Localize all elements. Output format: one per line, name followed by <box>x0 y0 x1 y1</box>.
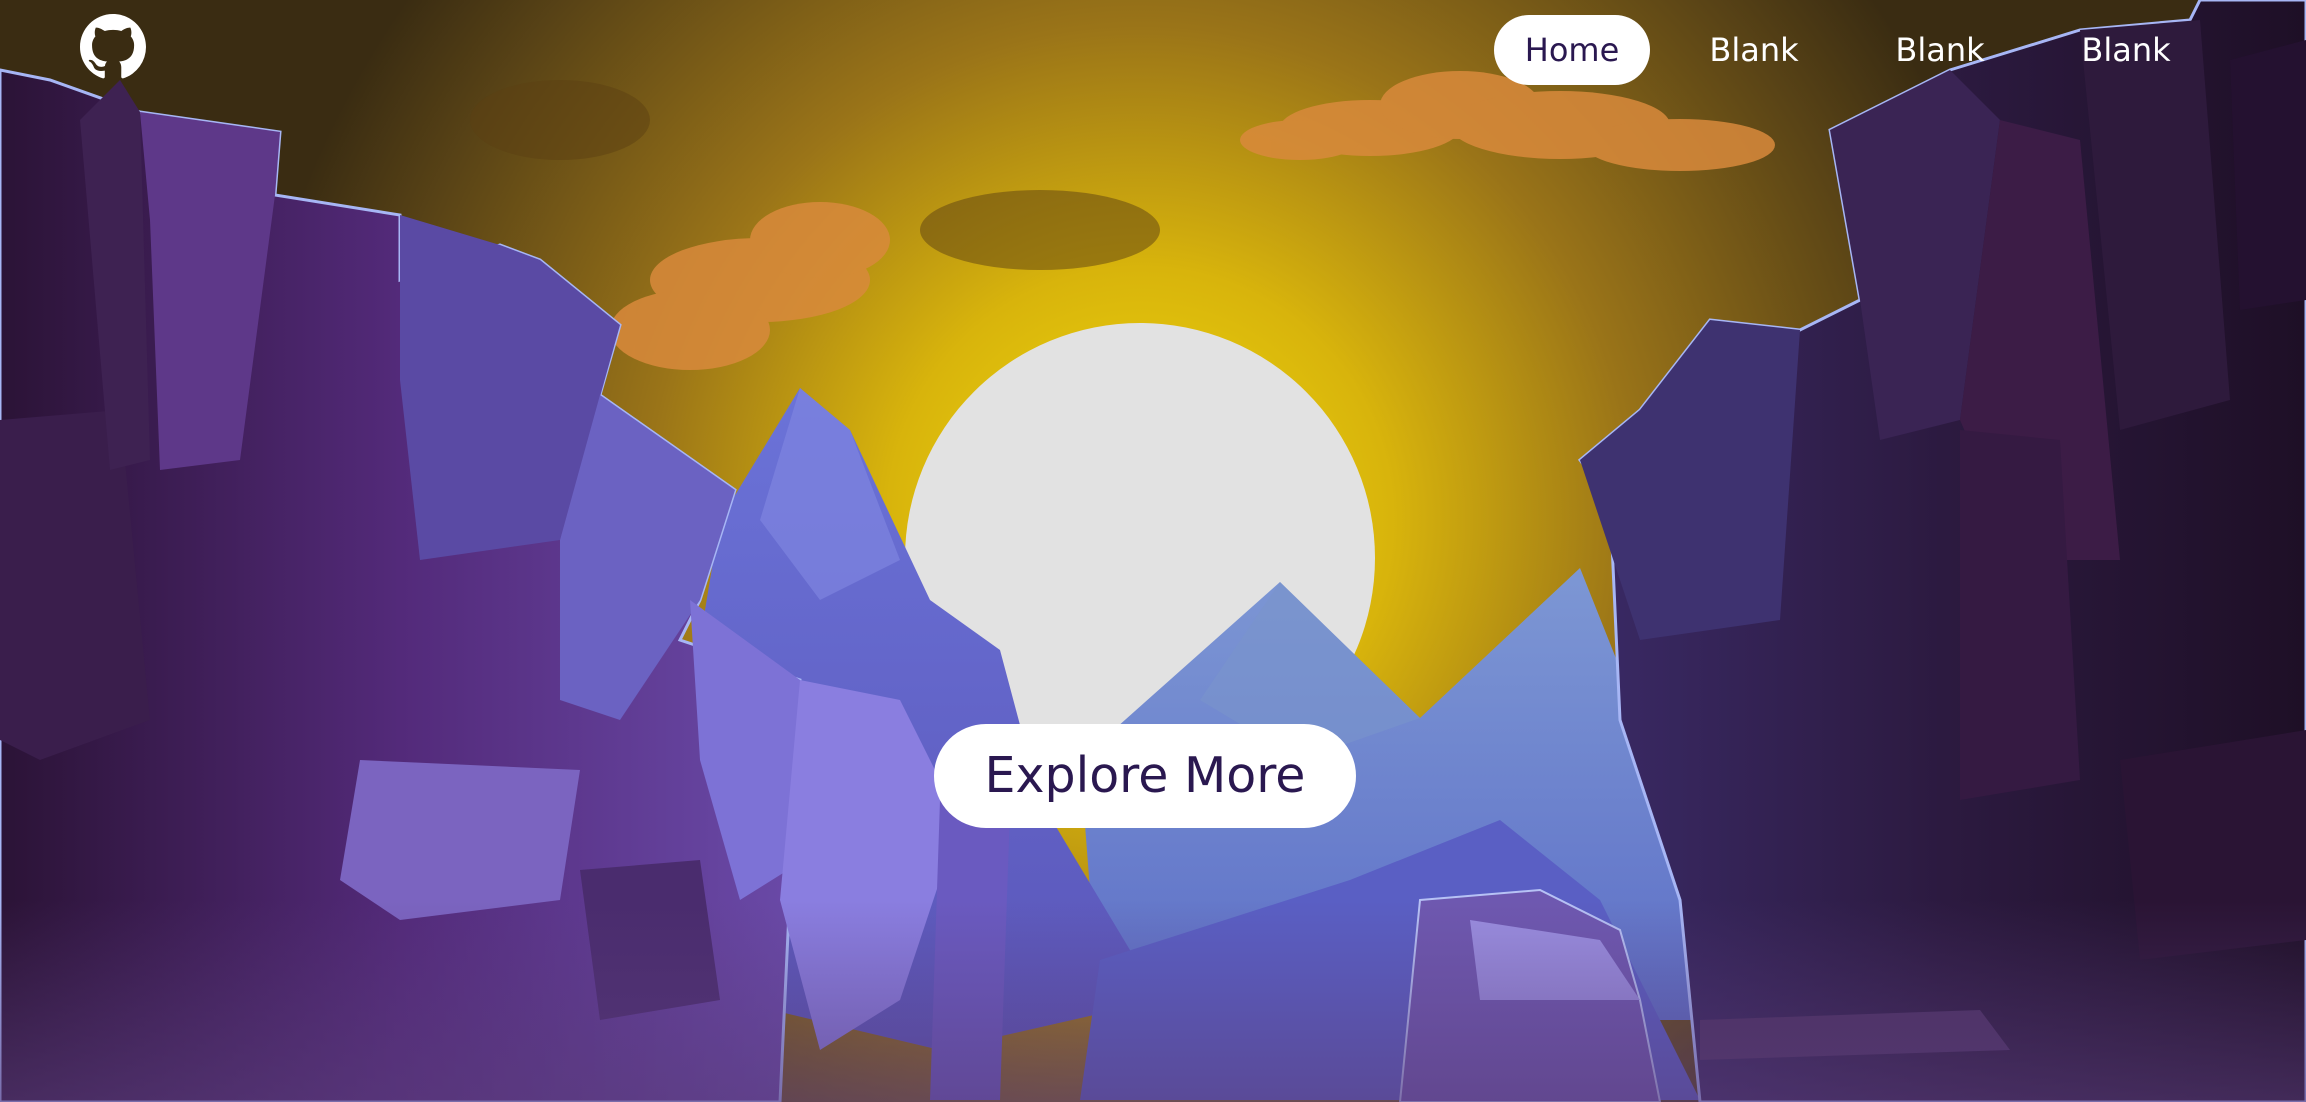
github-icon-glyph <box>80 14 146 79</box>
nav-item-home[interactable]: Home <box>1494 15 1650 85</box>
main-nav: Home Blank Blank Blank <box>1494 15 2214 85</box>
nav-item-blank-2[interactable]: Blank <box>1886 15 1994 85</box>
hero-scene: Home Blank Blank Blank Explore More <box>0 0 2306 1102</box>
nav-item-blank-3[interactable]: Blank <box>2072 15 2180 85</box>
github-icon[interactable] <box>80 14 146 80</box>
explore-more-button[interactable]: Explore More <box>934 724 1356 828</box>
nav-item-blank-1[interactable]: Blank <box>1700 15 1808 85</box>
hero-background-illustration <box>0 0 2306 1102</box>
